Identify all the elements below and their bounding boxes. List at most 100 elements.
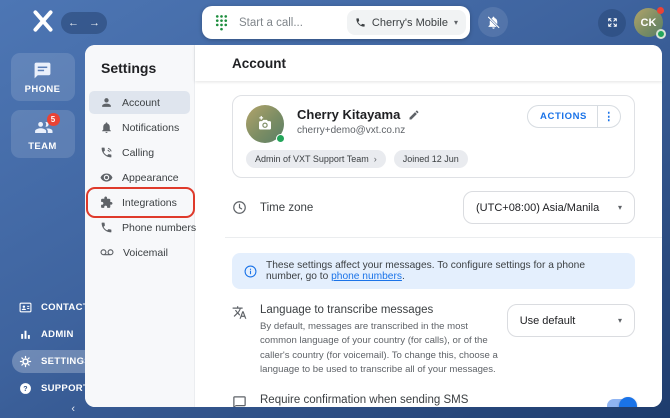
timezone-select[interactable]: (UTC+08:00) Asia/Manila ▾ bbox=[463, 191, 635, 224]
profile-avatar[interactable] bbox=[246, 105, 285, 143]
puzzle-icon bbox=[100, 196, 113, 209]
settings-nav-item-appearance[interactable]: Appearance bbox=[89, 166, 190, 189]
banner-text-before: These settings affect your messages. To … bbox=[266, 260, 586, 282]
timezone-value: (UTC+08:00) Asia/Manila bbox=[476, 201, 600, 214]
sidebar-item-label: SUPPORT bbox=[41, 383, 90, 394]
sidebar-item-label: PHONE bbox=[24, 84, 61, 95]
settings-title: Settings bbox=[101, 60, 157, 76]
profile-card: Cherry Kitayama cherry+demo@vxt.co.nz AC… bbox=[232, 95, 635, 178]
expand-button[interactable] bbox=[598, 8, 626, 37]
info-banner: These settings affect your messages. To … bbox=[232, 253, 635, 289]
info-icon bbox=[244, 265, 257, 278]
sidebar-item-label: TEAM bbox=[28, 141, 57, 152]
profile-chips: Admin of VXT Support Team › Joined 12 Ju… bbox=[246, 150, 621, 168]
sms-title: Require confirmation when sending SMS bbox=[260, 393, 469, 406]
start-call-searchbar[interactable]: Start a call... Cherry's Mobile ▾ bbox=[202, 6, 470, 39]
voicemail-icon bbox=[100, 246, 114, 259]
chip-label: Admin of VXT Support Team bbox=[255, 154, 369, 164]
main-content: Cherry Kitayama cherry+demo@vxt.co.nz AC… bbox=[195, 81, 662, 407]
person-icon bbox=[100, 96, 113, 109]
device-selector[interactable]: Cherry's Mobile ▾ bbox=[346, 10, 466, 35]
chevron-down-icon: ▾ bbox=[617, 203, 622, 212]
contact-card-icon bbox=[19, 301, 32, 314]
search-placeholder: Start a call... bbox=[239, 16, 303, 29]
avatar-initials: CK bbox=[640, 16, 657, 29]
topbar-right: CK bbox=[598, 7, 666, 39]
svg-text:?: ? bbox=[23, 386, 27, 393]
forward-icon[interactable]: → bbox=[89, 17, 100, 29]
section-divider bbox=[225, 237, 662, 238]
language-text: Language to transcribe messages By defau… bbox=[260, 304, 507, 378]
bell-icon bbox=[100, 121, 113, 134]
chevron-down-icon: ▾ bbox=[617, 316, 622, 325]
language-select[interactable]: Use default ▾ bbox=[506, 304, 635, 337]
back-icon[interactable]: ← bbox=[68, 17, 79, 29]
camera-add-icon bbox=[259, 115, 271, 130]
settings-nav-label: Account bbox=[122, 96, 160, 109]
notification-dot bbox=[657, 7, 664, 14]
device-name: Cherry's Mobile bbox=[371, 16, 448, 29]
settings-nav-label: Phone numbers bbox=[122, 221, 197, 234]
app-body: PHONE TEAM 5 CONTACTS ADMIN SETTINGS ? S… bbox=[0, 45, 670, 418]
kebab-menu-icon[interactable]: ⋮ bbox=[598, 110, 620, 123]
settings-nav-item-integrations[interactable]: Integrations bbox=[86, 187, 195, 218]
settings-nav-label: Calling bbox=[122, 146, 155, 159]
timezone-row: Time zone (UTC+08:00) Asia/Manila ▾ bbox=[232, 191, 635, 224]
main-panel: Account Cherry Kitayama cherry+demo@vxt.… bbox=[195, 45, 662, 407]
language-description: By default, messages are transcribed in … bbox=[260, 321, 498, 376]
content-surface: Settings Account Notifications Calling A… bbox=[85, 45, 662, 407]
settings-nav-item-phone-numbers[interactable]: Phone numbers bbox=[89, 216, 196, 239]
sms-text: Require confirmation when sending SMS As… bbox=[260, 394, 607, 407]
settings-nav-label: Voicemail bbox=[123, 246, 168, 259]
edit-pencil-icon[interactable] bbox=[408, 109, 420, 121]
settings-nav-item-voicemail[interactable]: Voicemail bbox=[89, 241, 190, 264]
gear-icon bbox=[19, 355, 32, 368]
app-window: ← → Start a call... Cherry's Mobile ▾ CK… bbox=[0, 0, 670, 418]
translate-icon bbox=[232, 305, 247, 320]
sidebar-item-label: SETTINGS bbox=[41, 356, 91, 367]
team-role-chip[interactable]: Admin of VXT Support Team › bbox=[246, 150, 386, 168]
sidebar-bottom-list: CONTACTS ADMIN SETTINGS ? SUPPORT bbox=[0, 294, 100, 418]
sidebar-item-team[interactable]: TEAM 5 bbox=[10, 110, 75, 158]
settings-nav-label: Notifications bbox=[122, 121, 180, 134]
phone-numbers-link[interactable]: phone numbers bbox=[331, 271, 402, 282]
history-nav: ← → bbox=[61, 12, 107, 34]
actions-button[interactable]: ACTIONS ⋮ bbox=[527, 105, 621, 128]
phone-icon bbox=[100, 221, 113, 234]
settings-nav-label: Integrations bbox=[122, 196, 177, 209]
timezone-label: Time zone bbox=[260, 201, 314, 214]
profile-name: Cherry Kitayama bbox=[297, 107, 401, 122]
sms-confirmation-row: Require confirmation when sending SMS As… bbox=[232, 394, 637, 407]
sms-toggle[interactable] bbox=[607, 396, 637, 407]
collapse-sidebar-icon[interactable]: ‹ bbox=[71, 403, 75, 415]
chat-bubble-icon bbox=[33, 61, 52, 80]
notifications-muted-button[interactable] bbox=[478, 7, 508, 37]
chip-label: Joined 12 Jun bbox=[402, 154, 459, 164]
settings-nav-item-account[interactable]: Account bbox=[89, 91, 190, 114]
sidebar-item-admin[interactable]: ADMIN bbox=[12, 323, 83, 346]
settings-nav-item-notifications[interactable]: Notifications bbox=[89, 116, 190, 139]
profile-card-top: Cherry Kitayama cherry+demo@vxt.co.nz AC… bbox=[246, 105, 621, 143]
user-avatar[interactable]: CK bbox=[634, 7, 666, 39]
vxt-logo-icon bbox=[33, 10, 53, 32]
online-status-dot bbox=[656, 29, 666, 39]
chevron-right-icon: › bbox=[373, 154, 377, 164]
topbar: ← → Start a call... Cherry's Mobile ▾ CK bbox=[0, 0, 670, 45]
profile-email: cherry+demo@vxt.co.nz bbox=[297, 125, 406, 136]
settings-nav: Settings Account Notifications Calling A… bbox=[85, 45, 196, 407]
sidebar: PHONE TEAM 5 CONTACTS ADMIN SETTINGS ? S… bbox=[0, 45, 100, 418]
expand-icon bbox=[607, 18, 617, 27]
phone-icon bbox=[355, 17, 366, 28]
chevron-down-icon: ▾ bbox=[453, 18, 458, 27]
team-badge: 5 bbox=[46, 113, 60, 126]
sidebar-item-label: ADMIN bbox=[41, 329, 74, 340]
profile-info: Cherry Kitayama cherry+demo@vxt.co.nz bbox=[297, 105, 420, 136]
phone-in-talk-icon bbox=[100, 146, 113, 159]
language-title: Language to transcribe messages bbox=[260, 304, 434, 316]
language-value: Use default bbox=[519, 314, 576, 327]
settings-nav-item-calling[interactable]: Calling bbox=[89, 141, 190, 164]
joined-date-chip: Joined 12 Jun bbox=[393, 150, 468, 168]
actions-label: ACTIONS bbox=[540, 111, 587, 122]
vxt-logo bbox=[30, 8, 56, 39]
sidebar-item-phone[interactable]: PHONE bbox=[10, 53, 75, 101]
